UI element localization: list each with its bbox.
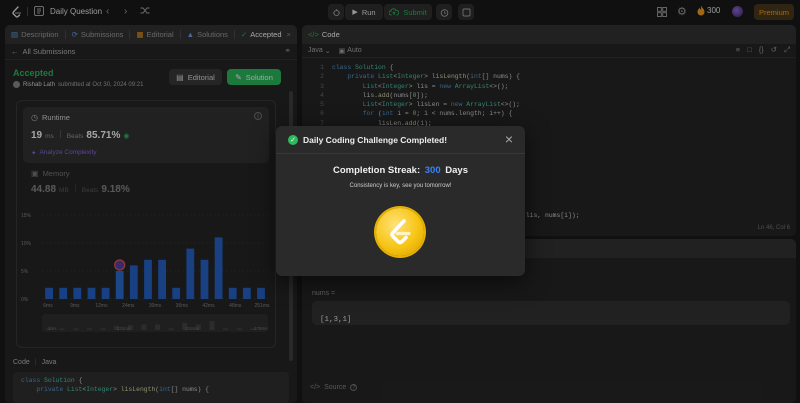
divider [276,153,525,154]
leetcode-logo [390,219,411,245]
gold-badge-coin [376,208,424,256]
close-icon[interactable]: × [505,132,513,146]
streak-line: Completion Streak: 300 Days [276,165,525,176]
modal-title: Daily Coding Challenge Completed! [303,135,448,145]
daily-challenge-modal: ✓ Daily Coding Challenge Completed! × Co… [276,126,525,276]
check-circle-icon: ✓ [288,135,298,145]
streak-value: 300 [424,165,441,176]
streak-label: Completion Streak: [333,165,421,176]
modal-header: ✓ Daily Coding Challenge Completed! [288,135,447,145]
streak-unit: Days [445,165,468,176]
modal-message: Consistency is key, see you tomorrow! [349,183,452,189]
